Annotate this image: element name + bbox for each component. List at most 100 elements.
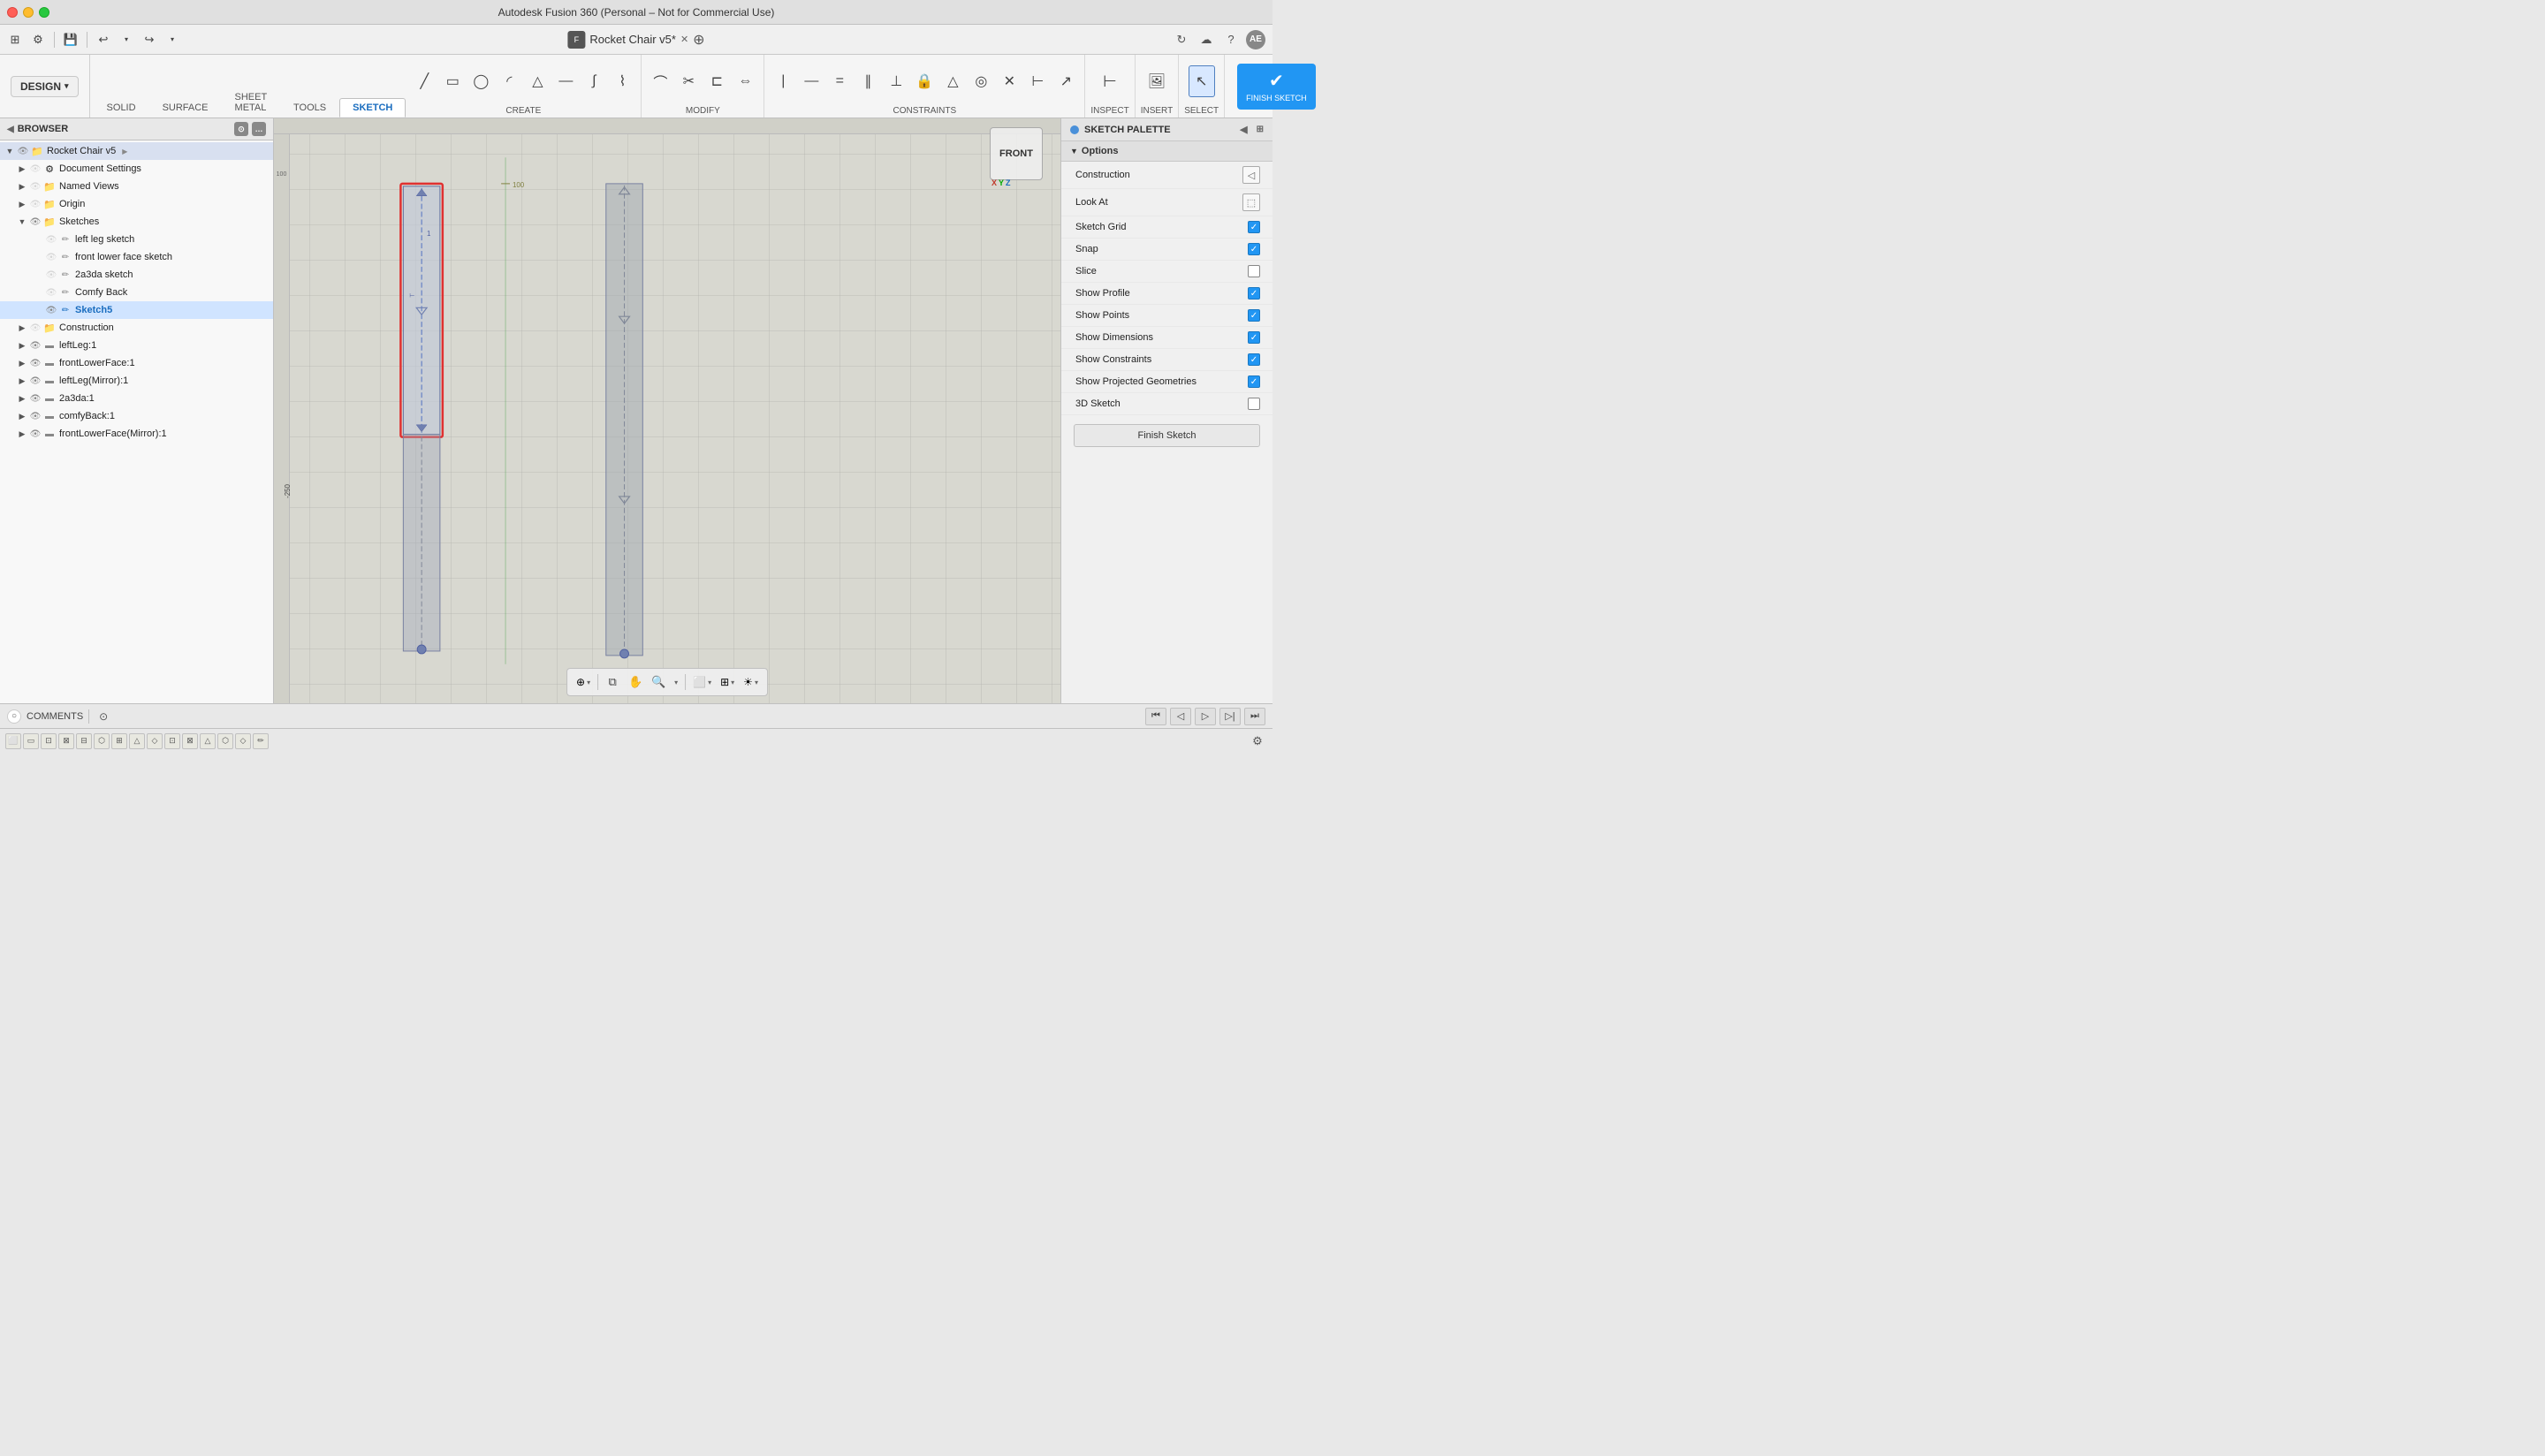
line-tool[interactable]: ╱	[411, 65, 437, 97]
tree-origin[interactable]: ▶ 👁 📁 Origin	[0, 195, 273, 213]
sp-3dsketch-checkbox[interactable]	[1248, 398, 1260, 410]
browser-more-icon[interactable]: …	[252, 122, 266, 136]
con-eye[interactable]: 👁	[28, 321, 42, 335]
maximize-button[interactable]	[39, 7, 49, 18]
conc-tool[interactable]: ◎	[968, 65, 994, 97]
settings-icon[interactable]: ⚙	[28, 30, 48, 49]
offset-tool[interactable]: ⌇	[609, 65, 635, 97]
rect-tool[interactable]: ▭	[439, 65, 466, 97]
history-thumb-13[interactable]: ⬡	[217, 733, 233, 749]
sp-expand-button[interactable]: ◀	[1240, 124, 1247, 135]
timeline-icon[interactable]: ⏮	[1145, 708, 1166, 725]
fls-eye[interactable]: 👁	[44, 250, 58, 264]
viewcube-face-front[interactable]: FRONT	[990, 127, 1043, 180]
zoom-icon[interactable]: 🔍	[648, 671, 669, 693]
root-play[interactable]: ▶	[118, 145, 131, 157]
sp-lookat-icon-btn[interactable]: ⬚	[1242, 193, 1260, 211]
zoom-dropdown[interactable]: ▾	[671, 677, 681, 688]
history-thumb-15[interactable]: ✏	[253, 733, 269, 749]
tan-tool[interactable]: ✕	[996, 65, 1022, 97]
cbk-eye[interactable]: 👁	[28, 409, 42, 423]
tree-comfyback1[interactable]: ▶ 👁 ▬ comfyBack:1	[0, 407, 273, 425]
timeline-settings-icon[interactable]: ⚙	[1248, 732, 1267, 751]
sp-showconstraints-checkbox[interactable]: ✓	[1248, 353, 1260, 366]
history-thumb-8[interactable]: △	[129, 733, 145, 749]
tree-leftleg-mirror1[interactable]: ▶ 👁 ▬ leftLeg(Mirror):1	[0, 372, 273, 390]
sk-eye[interactable]: 👁	[28, 215, 42, 229]
sp-slice-checkbox[interactable]	[1248, 265, 1260, 277]
sp-detach-icon[interactable]: ⊞	[1257, 125, 1264, 134]
tab-solid[interactable]: SOLID	[94, 98, 149, 118]
user-avatar[interactable]: AE	[1246, 30, 1265, 49]
fix-tool[interactable]: ↗	[1052, 65, 1079, 97]
equal-tool[interactable]: =	[826, 65, 853, 97]
redo-icon[interactable]: ↪	[140, 30, 159, 49]
mirror-tool[interactable]: ⇔	[732, 65, 758, 97]
history-thumb-11[interactable]: ⊠	[182, 733, 198, 749]
sp-showprofile-checkbox[interactable]: ✓	[1248, 287, 1260, 300]
browser-filter-icon[interactable]: ⊙	[234, 122, 248, 136]
browser-collapse-arrow[interactable]: ◀	[7, 125, 14, 134]
sp-showpoints-checkbox[interactable]: ✓	[1248, 309, 1260, 322]
sp-showdims-checkbox[interactable]: ✓	[1248, 331, 1260, 344]
tab-surface[interactable]: SURFACE	[149, 98, 222, 118]
sp-construction-icon-btn[interactable]: ◁	[1242, 166, 1260, 184]
tab-sheetmetal[interactable]: SHEET METAL	[222, 87, 280, 118]
viewcube[interactable]: FRONT X Y Z	[990, 127, 1052, 189]
tab-tools[interactable]: TOOLS	[280, 98, 339, 118]
tree-leftleg1[interactable]: ▶ 👁 ▬ leftLeg:1	[0, 337, 273, 354]
tree-sketches[interactable]: ▼ 👁 📁 Sketches	[0, 213, 273, 231]
history-thumb-6[interactable]: ⬡	[94, 733, 110, 749]
coinc-tool[interactable]: △	[939, 65, 966, 97]
arc-tool[interactable]: ◜	[496, 65, 522, 97]
image-tool[interactable]: 🖼	[1143, 65, 1170, 97]
undo-icon[interactable]: ↩	[94, 30, 113, 49]
history-thumb-7[interactable]: ⊞	[111, 733, 127, 749]
vert-tool[interactable]: |	[770, 65, 796, 97]
tree-construction[interactable]: ▶ 👁 📁 Construction	[0, 319, 273, 337]
sp-sketchgrid-checkbox[interactable]: ✓	[1248, 221, 1260, 233]
refresh-icon[interactable]: ↻	[1172, 30, 1191, 49]
pan-icon[interactable]: ✋	[625, 671, 646, 693]
spline-tool[interactable]: ∫	[581, 65, 607, 97]
s5-eye[interactable]: 👁	[44, 303, 58, 317]
parallel-tool[interactable]: ∥	[855, 65, 881, 97]
env-dropdown[interactable]: ☀ ▾	[740, 674, 762, 690]
history-thumb-3[interactable]: ⊡	[41, 733, 57, 749]
sp-options-header[interactable]: ▼ Options	[1061, 141, 1272, 162]
minimize-button[interactable]	[23, 7, 34, 18]
play-icon[interactable]: ▷	[1195, 708, 1216, 725]
tree-2a3da-sketch[interactable]: ▶ 👁 ✏ 2a3da sketch	[0, 266, 273, 284]
orig-eye[interactable]: 👁	[28, 197, 42, 211]
tree-comfy-back[interactable]: ▶ 👁 ✏ Comfy Back	[0, 284, 273, 301]
history-thumb-12[interactable]: △	[200, 733, 216, 749]
root-eye[interactable]: 👁	[16, 144, 30, 158]
viewport[interactable]: 100 1 ⊢	[274, 118, 1060, 703]
end-icon[interactable]: ⏭	[1244, 708, 1265, 725]
new-tab-icon[interactable]: ⊕	[693, 31, 704, 49]
step-back-icon[interactable]: ◁	[1170, 708, 1191, 725]
help-icon[interactable]: ?	[1221, 30, 1241, 49]
tree-frontlowerface1[interactable]: ▶ 👁 ▬ frontLowerFace:1	[0, 354, 273, 372]
collapse-icon[interactable]: ⊙	[95, 708, 112, 725]
grid-icon[interactable]: ⊞	[5, 30, 25, 49]
sp-showprojgeom-checkbox[interactable]: ✓	[1248, 375, 1260, 388]
finish-sketch-ribbon-button[interactable]: ✔ FINISH SKETCH	[1237, 64, 1316, 110]
window-controls[interactable]	[7, 7, 49, 18]
history-thumb-14[interactable]: ◇	[235, 733, 251, 749]
circle-tool[interactable]: ◯	[467, 65, 494, 97]
cb-eye[interactable]: 👁	[44, 285, 58, 300]
redo-dropdown-icon[interactable]: ▾	[163, 30, 182, 49]
history-thumb-9[interactable]: ◇	[147, 733, 163, 749]
hor-tool[interactable]: —	[798, 65, 824, 97]
history-thumb-5[interactable]: ⊟	[76, 733, 92, 749]
flf1-eye[interactable]: 👁	[28, 356, 42, 370]
endpoint-right-bottom[interactable]	[620, 649, 629, 658]
history-thumb-10[interactable]: ⊡	[164, 733, 180, 749]
line2-tool[interactable]: —	[552, 65, 579, 97]
tree-frontlowerface-mirror1[interactable]: ▶ 👁 ▬ frontLowerFace(Mirror):1	[0, 425, 273, 443]
doc-eye[interactable]: 👁	[28, 162, 42, 176]
tree-named-views[interactable]: ▶ 👁 📁 Named Views	[0, 178, 273, 195]
sp-snap-checkbox[interactable]: ✓	[1248, 243, 1260, 255]
flm-eye[interactable]: 👁	[28, 427, 42, 441]
